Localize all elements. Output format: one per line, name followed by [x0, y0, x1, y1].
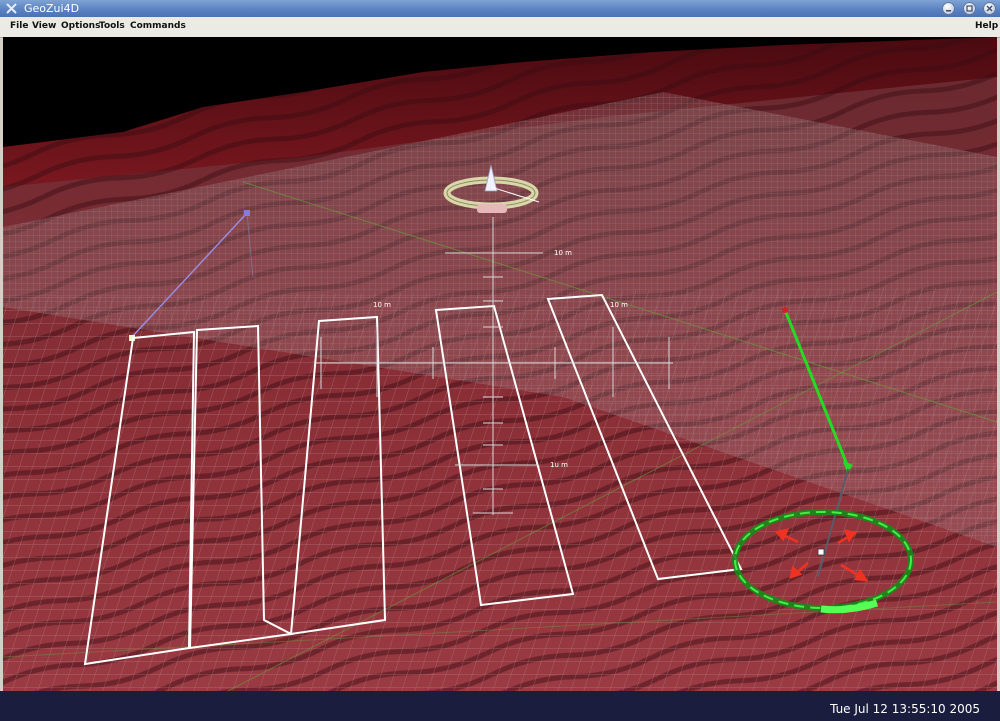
purple-marker[interactable]: [244, 210, 250, 216]
3d-viewport[interactable]: 10 m 10 m 10 m 1u m: [3, 37, 997, 691]
scale-label: 10 m: [610, 301, 628, 309]
menu-file[interactable]: File: [10, 17, 28, 36]
geozui-app-icon[interactable]: [5, 2, 18, 15]
status-datetime: Tue Jul 12 13:55:10 2005: [830, 702, 980, 716]
menu-tools[interactable]: Tools: [99, 17, 125, 36]
status-bar: Tue Jul 12 13:55:10 2005: [0, 691, 1000, 721]
heading-base: [477, 204, 507, 213]
seafloor-scene[interactable]: 10 m 10 m 10 m 1u m: [3, 37, 997, 691]
window-title: GeoZui4D: [24, 2, 80, 15]
close-icon: [986, 5, 993, 12]
menu-help[interactable]: Help: [975, 17, 998, 36]
menu-commands[interactable]: Commands: [130, 17, 186, 36]
pole-top-marker[interactable]: [782, 307, 788, 313]
scale-label: 10 m: [373, 301, 391, 309]
menu-view[interactable]: View: [32, 17, 56, 36]
scale-label: 10 m: [554, 249, 572, 257]
maximize-button[interactable]: [963, 2, 976, 15]
maximize-icon: [966, 5, 973, 12]
close-button[interactable]: [983, 2, 996, 15]
minimize-button[interactable]: [942, 2, 955, 15]
menu-bar: File View Options Tools Commands Help: [0, 17, 1000, 38]
title-bar: GeoZui4D: [0, 0, 1000, 17]
menu-options[interactable]: Options: [61, 17, 100, 36]
minimize-icon: [946, 10, 951, 12]
scale-label: 1u m: [550, 461, 568, 469]
center-handle[interactable]: [817, 548, 825, 556]
